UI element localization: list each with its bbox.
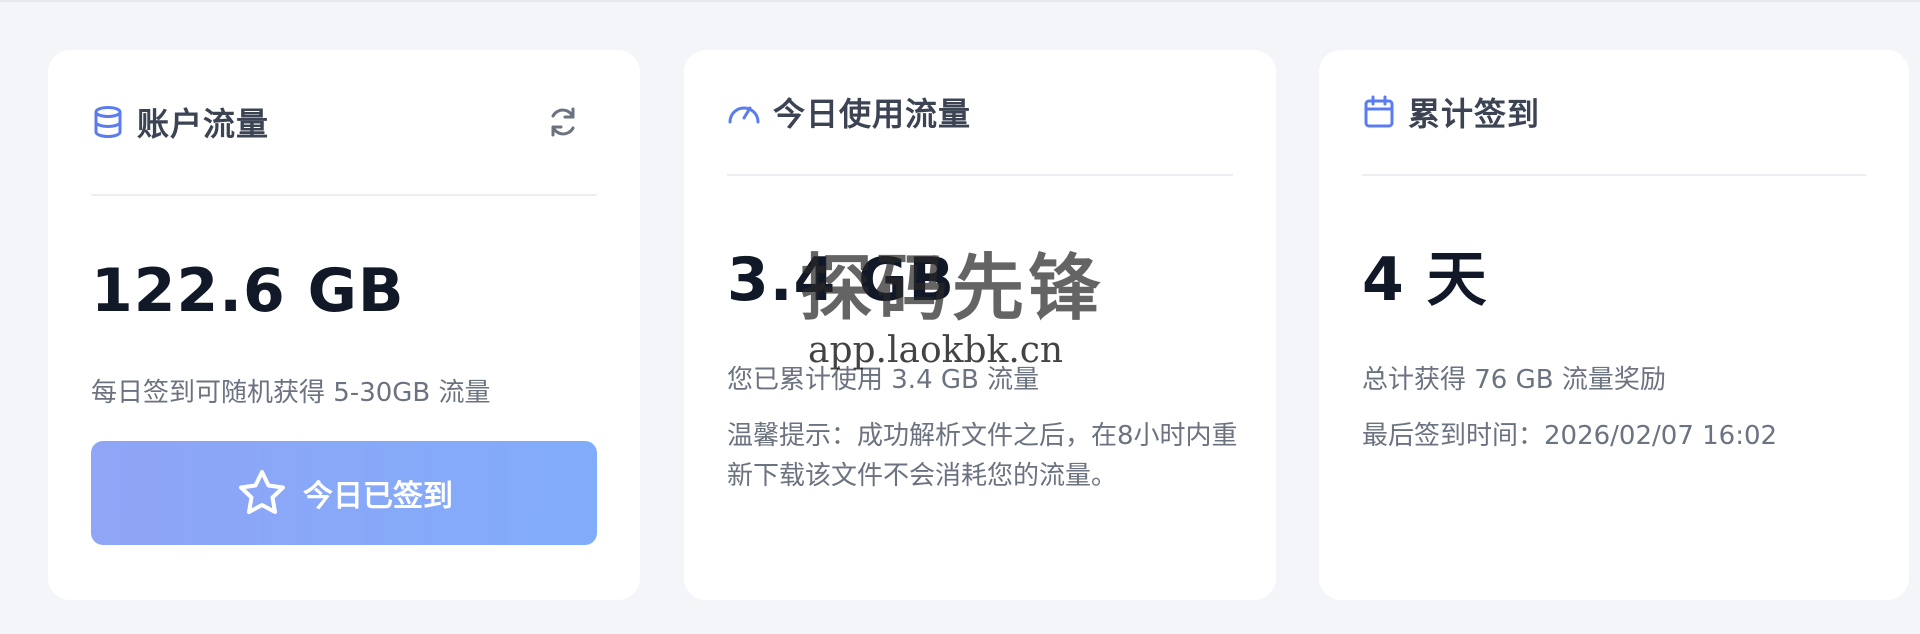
last-checkin-time: 最后签到时间：2026/02/07 16:02 [1362, 420, 1778, 451]
reward-description: 总计获得 76 GB 流量奖励 [1362, 365, 1666, 395]
card-header: 今日使用流量 [727, 50, 1233, 176]
star-icon [235, 466, 289, 520]
usage-value: 3.4 GB [727, 245, 956, 315]
checkin-button-label: 今日已签到 [303, 478, 453, 514]
dashboard-page: 账户流量 122.6 GB 每日签到可随机获得 5-30GB 流量 今日已签到 [0, 0, 1920, 634]
account-traffic-card: 账户流量 122.6 GB 每日签到可随机获得 5-30GB 流量 今日已签到 [48, 50, 640, 600]
checkin-days-value: 4 天 [1362, 245, 1488, 315]
refresh-icon[interactable] [545, 104, 581, 140]
traffic-description: 每日签到可随机获得 5-30GB 流量 [91, 378, 491, 408]
calendar-icon [1362, 95, 1396, 129]
card-header: 累计签到 [1362, 50, 1866, 176]
speedometer-icon [727, 95, 761, 129]
database-icon [91, 105, 125, 139]
checkin-total-card: 累计签到 4 天 总计获得 76 GB 流量奖励 最后签到时间：2026/02/… [1319, 50, 1909, 600]
card-title: 累计签到 [1408, 95, 1541, 133]
traffic-value: 122.6 GB [91, 256, 405, 326]
card-title: 账户流量 [137, 105, 270, 143]
usage-tip: 温馨提示：成功解析文件之后，在8小时内重新下载该文件不会消耗您的流量。 [727, 420, 1238, 492]
checkin-button[interactable]: 今日已签到 [91, 440, 597, 545]
today-usage-card: 今日使用流量 3.4 GB 您已累计使用 3.4 GB 流量 温馨提示：成功解析… [684, 50, 1276, 600]
card-title: 今日使用流量 [773, 95, 972, 133]
usage-description: 您已累计使用 3.4 GB 流量 [727, 365, 1040, 395]
card-header: 账户流量 [91, 50, 597, 196]
